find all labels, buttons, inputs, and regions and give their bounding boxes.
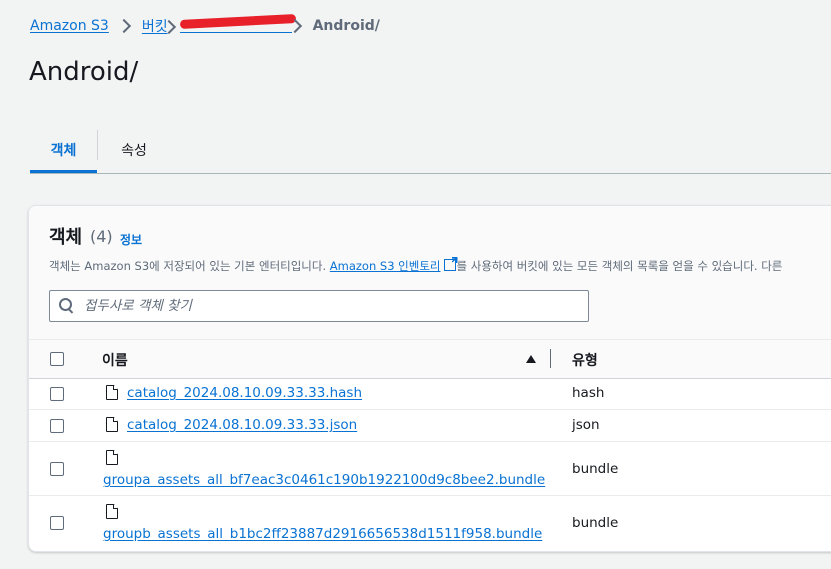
file-icon — [106, 417, 118, 432]
object-name-link[interactable]: groupa_assets_all_bf7eac3c0461c190b19221… — [103, 472, 545, 488]
objects-count: (4) — [90, 227, 113, 246]
description-text-before: 객체는 Amazon S3에 저장되어 있는 기본 엔터티입니다. — [49, 259, 330, 273]
breadcrumb-current: Android/ — [312, 18, 380, 34]
redaction-mark — [179, 13, 296, 30]
row-checkbox[interactable] — [50, 387, 64, 401]
info-link[interactable]: 정보 — [120, 231, 142, 248]
file-icon — [106, 450, 118, 465]
tab-objects[interactable]: 객체 — [30, 128, 97, 173]
breadcrumb: Amazon S3 버킷 Android/ — [30, 13, 380, 36]
file-icon — [106, 504, 118, 519]
object-type: bundle — [572, 461, 619, 477]
row-checkbox[interactable] — [50, 419, 64, 433]
chevron-right-icon — [116, 18, 131, 34]
object-type: json — [572, 417, 600, 433]
tab-properties[interactable]: 속성 — [106, 128, 162, 172]
table-row: catalog_2024.08.10.09.33.33.json json — [29, 410, 831, 442]
inventory-link-label: Amazon S3 인벤토리 — [329, 259, 441, 273]
description-text-after: 를 사용하여 버킷에 있는 모든 객체의 목록을 얻을 수 있습니다. 다른 — [456, 259, 783, 273]
redacted-link-underline — [179, 32, 292, 33]
table-header: 이름 유형 — [29, 339, 831, 379]
breadcrumb-bucket-link-redacted[interactable] — [161, 13, 296, 35]
object-name-link[interactable]: catalog_2024.08.10.09.33.33.hash — [127, 385, 362, 401]
search-icon — [58, 297, 76, 315]
select-all-checkbox[interactable] — [50, 352, 64, 366]
objects-description: 객체는 Amazon S3에 저장되어 있는 기본 엔터티입니다. Amazon… — [49, 258, 782, 274]
object-type: bundle — [572, 515, 619, 531]
sort-ascending-icon[interactable] — [526, 355, 536, 363]
external-link-icon — [443, 259, 456, 271]
table-row: groupa_assets_all_bf7eac3c0461c190b19221… — [29, 442, 831, 496]
inventory-link[interactable]: Amazon S3 인벤토리 — [330, 259, 457, 273]
column-header-type[interactable]: 유형 — [572, 350, 598, 370]
object-name-link[interactable]: groupb_assets_all_b1bc2ff23887d291665653… — [103, 526, 542, 542]
search-input[interactable] — [82, 297, 566, 315]
table-row: catalog_2024.08.10.09.33.33.hash hash — [29, 378, 831, 410]
column-header-name[interactable]: 이름 — [102, 350, 128, 370]
search-box — [49, 290, 589, 322]
objects-panel-title: 객체 — [49, 227, 83, 248]
tab-divider — [97, 130, 98, 160]
object-name-link[interactable]: catalog_2024.08.10.09.33.33.json — [127, 417, 357, 433]
object-type: hash — [572, 385, 605, 401]
objects-panel: 객체 (4) 정보 객체는 Amazon S3에 저장되어 있는 기본 엔터티입… — [28, 205, 831, 552]
column-resize-handle[interactable] — [550, 349, 551, 368]
file-icon — [106, 385, 118, 400]
row-checkbox[interactable] — [50, 516, 64, 530]
tab-bar: 객체 속성 — [30, 128, 831, 174]
row-checkbox[interactable] — [50, 462, 64, 476]
breadcrumb-amazon-s3-link[interactable]: Amazon S3 — [30, 18, 109, 34]
objects-panel-header: 객체 (4) 정보 객체는 Amazon S3에 저장되어 있는 기본 엔터티입… — [29, 206, 831, 339]
page-title: Android/ — [29, 57, 139, 87]
table-row: groupb_assets_all_b1bc2ff23887d291665653… — [29, 496, 831, 550]
